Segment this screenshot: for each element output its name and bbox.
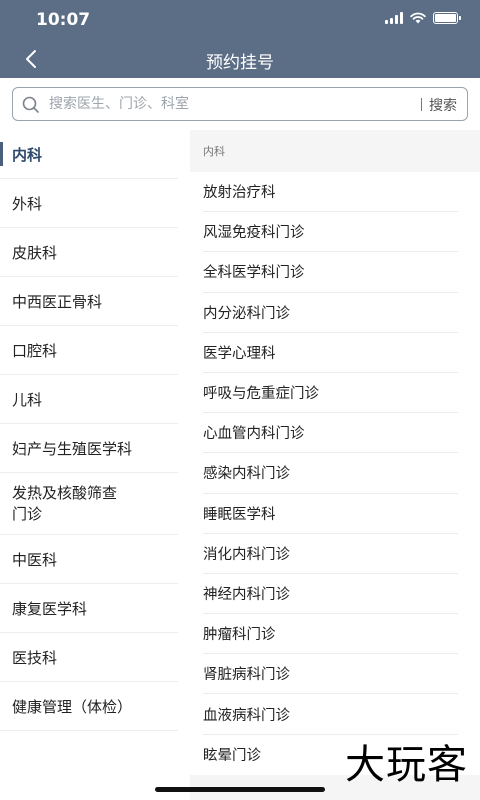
search-button[interactable]: 搜索: [429, 95, 457, 115]
battery-icon: [433, 12, 461, 24]
search-divider: [421, 98, 422, 111]
search-section: 搜索: [0, 78, 480, 130]
sidebar-item-stomatology[interactable]: 口腔科: [0, 326, 178, 375]
sidebar-item-tcm[interactable]: 中医科: [0, 535, 178, 584]
sidebar-item-pediatrics[interactable]: 儿科: [0, 375, 178, 424]
search-input[interactable]: [49, 88, 409, 120]
sidebar-item-rehabilitation[interactable]: 康复医学科: [0, 584, 178, 633]
status-bar: 10:07: [0, 0, 480, 40]
sidebar-item-fever-clinic[interactable]: 发热及核酸筛查 门诊: [0, 473, 178, 535]
list-item[interactable]: 肾脏病科门诊: [203, 654, 458, 695]
section-header: 内科: [203, 145, 225, 158]
status-time: 10:07: [36, 10, 91, 30]
status-icons: [385, 12, 461, 24]
list-item[interactable]: 放射治疗科: [203, 172, 458, 213]
list-item[interactable]: 风湿免疫科门诊: [203, 212, 458, 253]
list-item[interactable]: 睡眠医学科: [203, 494, 458, 534]
category-sidebar: 内科 外科 皮肤科 中西医正骨科 口腔科 儿科 妇产与生殖医学科 发热及核酸筛查…: [0, 130, 190, 800]
search-bar: 搜索: [12, 87, 468, 121]
sidebar-item-internal-medicine[interactable]: 内科: [0, 130, 178, 179]
list-item[interactable]: 内分泌科门诊: [203, 293, 458, 333]
sidebar-item-obstetrics[interactable]: 妇产与生殖医学科: [0, 424, 178, 473]
nav-bar: 预约挂号: [0, 40, 480, 78]
list-item[interactable]: 感染内科门诊: [203, 453, 458, 494]
watermark-text: 大玩客: [345, 742, 468, 788]
page-title: 预约挂号: [206, 53, 274, 73]
wifi-icon: [410, 12, 426, 24]
list-item[interactable]: 呼吸与危重症门诊: [203, 373, 458, 414]
sidebar-item-surgery[interactable]: 外科: [0, 179, 178, 228]
department-list: 放射治疗科 风湿免疫科门诊 全科医学科门诊 内分泌科门诊 医学心理科 呼吸与危重…: [190, 172, 480, 775]
list-item[interactable]: 医学心理科: [203, 333, 458, 373]
list-item[interactable]: 心血管内科门诊: [203, 413, 458, 454]
list-item[interactable]: 消化内科门诊: [203, 534, 458, 574]
list-item[interactable]: 血液病科门诊: [203, 694, 458, 735]
sidebar-item-orthopedics[interactable]: 中西医正骨科: [0, 277, 178, 326]
list-item[interactable]: 神经内科门诊: [203, 574, 458, 615]
home-indicator[interactable]: [155, 787, 325, 792]
department-panel: 内科 放射治疗科 风湿免疫科门诊 全科医学科门诊 内分泌科门诊 医学心理科 呼吸…: [190, 130, 480, 800]
sidebar-item-health-checkup[interactable]: 健康管理（体检）: [0, 682, 178, 731]
list-item[interactable]: 肿瘤科门诊: [203, 614, 458, 655]
sidebar-item-medical-technology[interactable]: 医技科: [0, 633, 178, 682]
signal-icon: [385, 12, 403, 24]
sidebar-item-dermatology[interactable]: 皮肤科: [0, 228, 178, 277]
search-icon: [22, 96, 39, 113]
list-item[interactable]: 全科医学科门诊: [203, 252, 458, 293]
